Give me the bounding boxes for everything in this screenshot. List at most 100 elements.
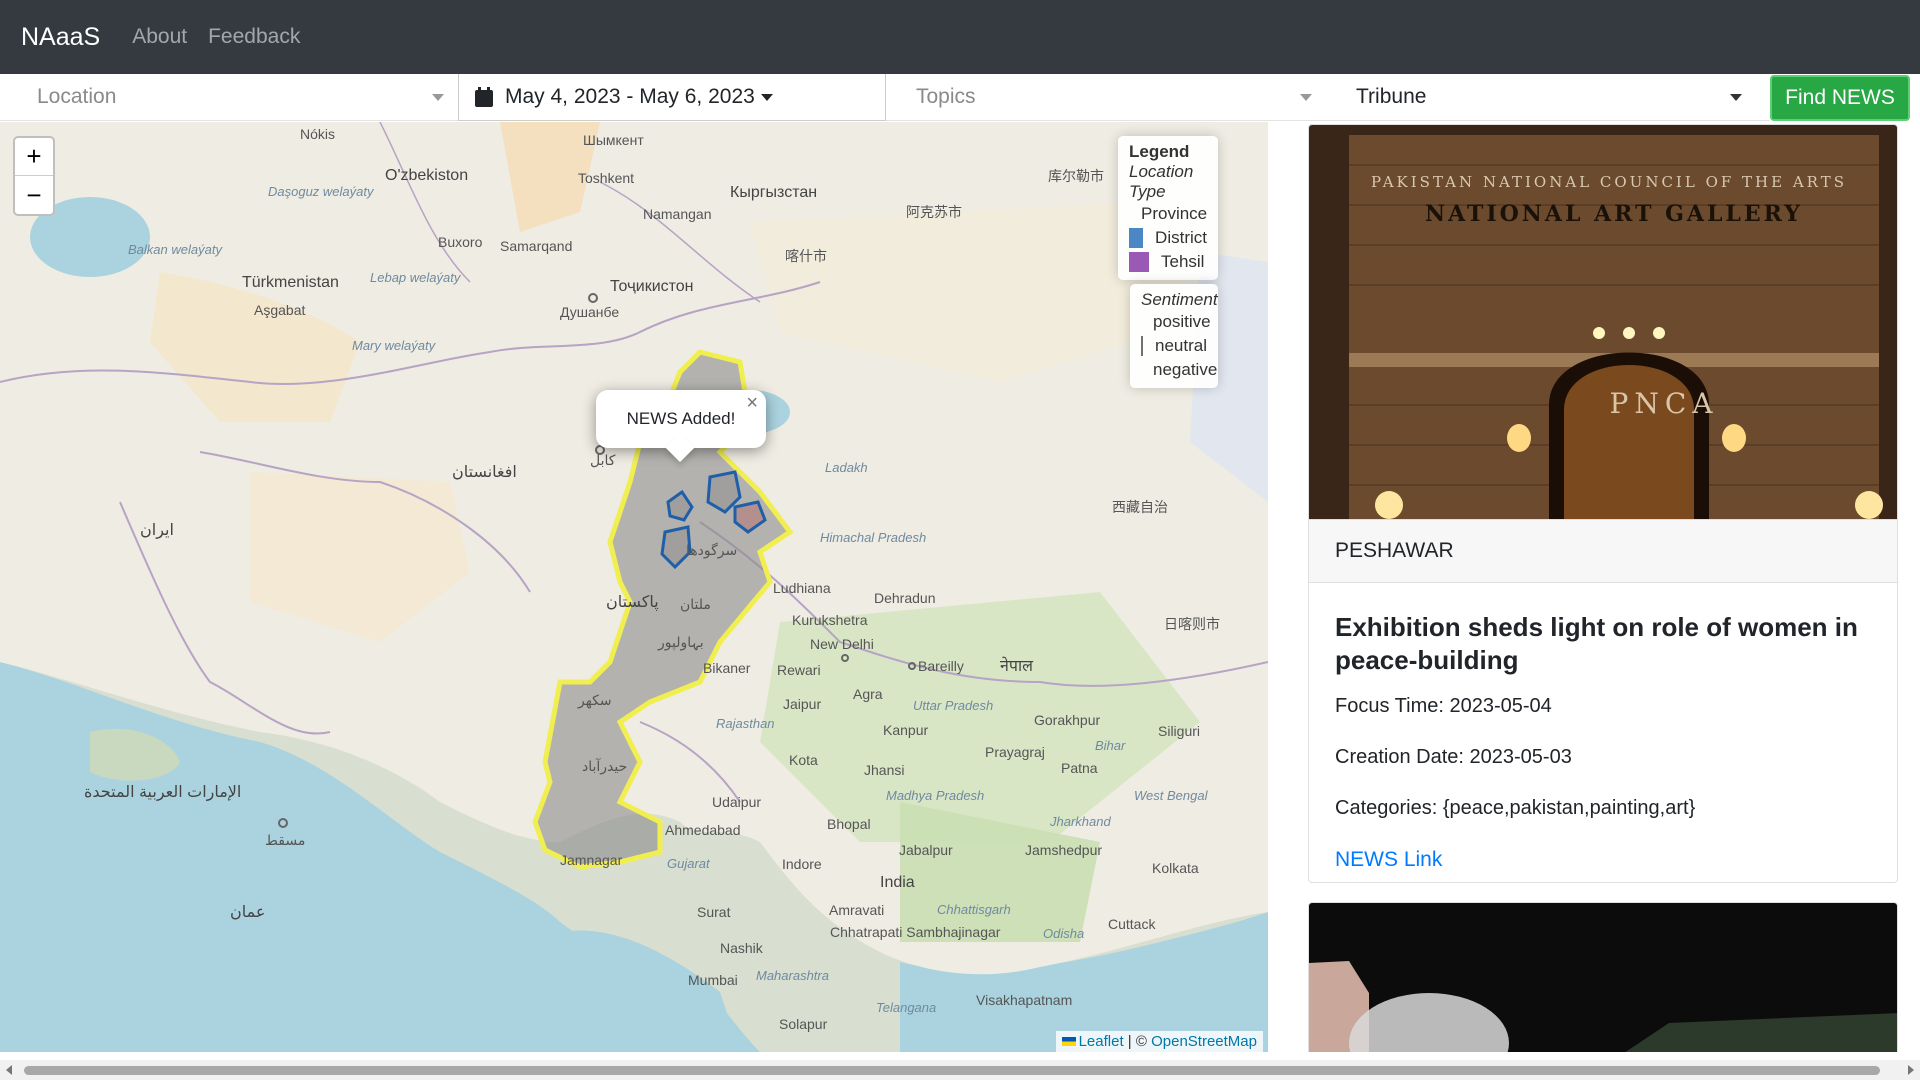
news-categories: Categories: {peace,pakistan,painting,art… xyxy=(1335,797,1696,819)
map-label: Шымкент xyxy=(583,132,644,148)
map-label: حیدرآباد xyxy=(582,758,628,774)
map-label: Balkan welaýaty xyxy=(128,242,222,257)
news-card: PAKISTAN NATIONAL COUNCIL OF THE ARTS NA… xyxy=(1308,124,1898,883)
map-label: Jhansi xyxy=(864,762,905,778)
map-label: Bareilly xyxy=(918,658,964,674)
map-label: 阿克苏市 xyxy=(906,204,962,220)
map-label: Lebap welaýaty xyxy=(370,270,461,285)
legend-label: negative xyxy=(1153,360,1218,379)
map-label: Gorakhpur xyxy=(1034,712,1101,728)
chevron-down-icon xyxy=(432,94,444,101)
sentiment-legend: Sentiment positive neutral negative xyxy=(1130,284,1218,388)
legend-label: positive xyxy=(1153,312,1211,331)
map-label: Daşoguz welaýaty xyxy=(268,184,374,199)
map-label: Surat xyxy=(697,904,731,920)
close-icon[interactable]: × xyxy=(746,392,758,415)
brand-logo[interactable]: NAaaS xyxy=(21,23,100,52)
map-label: Rajasthan xyxy=(716,716,775,731)
scroll-right-icon[interactable] xyxy=(1908,1065,1914,1075)
topics-placeholder: Topics xyxy=(916,85,976,108)
news-link[interactable]: NEWS Link xyxy=(1335,848,1871,872)
map-tiles xyxy=(0,122,1268,1052)
calendar-icon xyxy=(475,87,493,107)
map-label: Samarqand xyxy=(500,238,573,254)
popup-text: NEWS Added! xyxy=(626,409,736,428)
location-type-legend: Legend Location Type Province District T… xyxy=(1118,136,1218,280)
news-image: PAKISTAN NATIONAL COUNCIL OF THE ARTS NA… xyxy=(1309,125,1897,519)
map-view[interactable]: Nókis Шымкент O'zbekiston Toshkent Кыргы… xyxy=(0,122,1268,1052)
map-label: افغانستان xyxy=(452,464,517,481)
top-navbar: NAaaS About Feedback xyxy=(0,0,1920,74)
map-label: Patna xyxy=(1061,760,1098,776)
map-label: Rewari xyxy=(777,662,821,678)
map-label: Bihar xyxy=(1095,738,1126,753)
find-news-button[interactable]: Find NEWS xyxy=(1770,75,1910,121)
nav-link-feedback[interactable]: Feedback xyxy=(208,25,300,49)
news-image xyxy=(1309,903,1897,1052)
gallery-photo: PAKISTAN NATIONAL COUNCIL OF THE ARTS NA… xyxy=(1309,125,1897,519)
map-label: Udaipur xyxy=(712,794,762,810)
map-label: پاکستان xyxy=(606,594,659,611)
location-placeholder: Location xyxy=(37,85,117,108)
zoom-control: + − xyxy=(13,136,55,216)
news-panel[interactable]: PAKISTAN NATIONAL COUNCIL OF THE ARTS NA… xyxy=(1268,122,1920,1052)
map-label: Chhattisgarh xyxy=(937,902,1011,917)
zoom-in-button[interactable]: + xyxy=(15,138,53,176)
map-label: Buxoro xyxy=(438,234,483,250)
map-label: Mary welaýaty xyxy=(352,338,436,353)
news-card-body: Exhibition sheds light on role of women … xyxy=(1309,583,1897,882)
attribution-separator: | © xyxy=(1123,1033,1152,1050)
legend-item: Province xyxy=(1129,202,1207,226)
image-caption-1: PAKISTAN NATIONAL COUNCIL OF THE ARTS xyxy=(1371,173,1847,191)
source-select[interactable]: Tribune xyxy=(1326,74,1770,121)
news-creation-date: Creation Date: 2023-05-03 xyxy=(1335,746,1572,768)
map-label: Kanpur xyxy=(883,722,929,738)
zoom-out-button[interactable]: − xyxy=(15,176,53,214)
map-label: Jamnagar xyxy=(560,852,623,868)
map-label: عمان xyxy=(230,904,266,921)
ukraine-flag-icon xyxy=(1061,1037,1076,1046)
caret-down-icon xyxy=(760,93,773,101)
map-label: Siliguri xyxy=(1158,723,1201,739)
news-added-popup: NEWS Added! × xyxy=(596,390,766,463)
map-label: Odisha xyxy=(1043,926,1085,941)
scroll-left-icon[interactable] xyxy=(6,1065,12,1075)
source-value: Tribune xyxy=(1356,85,1427,108)
legend-item: District xyxy=(1129,226,1207,250)
map-label: West Bengal xyxy=(1134,788,1208,803)
map-label: Kurukshetra xyxy=(792,612,868,628)
map-label: Agra xyxy=(853,686,883,702)
nav-link-about[interactable]: About xyxy=(132,25,187,49)
map-label: Chhatrapati Sambhajinagar xyxy=(830,924,1001,940)
map-label: India xyxy=(880,874,915,891)
chevron-down-icon xyxy=(1730,94,1742,101)
topics-select[interactable]: Topics xyxy=(886,74,1326,121)
map-label: Indore xyxy=(782,856,822,872)
map-label: O'zbekiston xyxy=(385,167,469,184)
map-label: سرگودھا xyxy=(686,542,738,558)
map-label: 日喀则市 xyxy=(1164,616,1220,632)
map-label: Mumbai xyxy=(688,972,738,988)
map-label: Bhopal xyxy=(827,816,871,832)
map-label: Namangan xyxy=(643,206,712,222)
map-label: 库尔勒市 xyxy=(1048,168,1104,184)
map-label: ایران xyxy=(140,522,174,539)
leaflet-link[interactable]: Leaflet xyxy=(1079,1033,1124,1050)
map-label: Jamshedpur xyxy=(1025,842,1103,858)
map-label: Amravati xyxy=(829,902,885,918)
location-select[interactable]: Location xyxy=(0,74,458,121)
image-caption-2: NATIONAL ART GALLERY xyxy=(1425,201,1803,227)
legend-item: negative xyxy=(1141,358,1217,382)
map-label: Toshkent xyxy=(578,170,635,186)
image-caption-3: PNCA xyxy=(1610,387,1719,420)
color-swatch xyxy=(1141,336,1144,356)
osm-link[interactable]: OpenStreetMap xyxy=(1151,1033,1257,1050)
horizontal-scrollbar[interactable] xyxy=(0,1060,1920,1080)
map-label: Тоҷикистон xyxy=(610,278,694,295)
map-label: Visakhapatnam xyxy=(976,992,1073,1008)
scrollbar-thumb[interactable] xyxy=(24,1066,1880,1075)
date-range-picker[interactable]: May 4, 2023 - May 6, 2023 xyxy=(458,74,886,121)
map-label: Nashik xyxy=(720,940,763,956)
map-label: کابل xyxy=(590,452,616,468)
map-label: Solapur xyxy=(779,1016,828,1032)
